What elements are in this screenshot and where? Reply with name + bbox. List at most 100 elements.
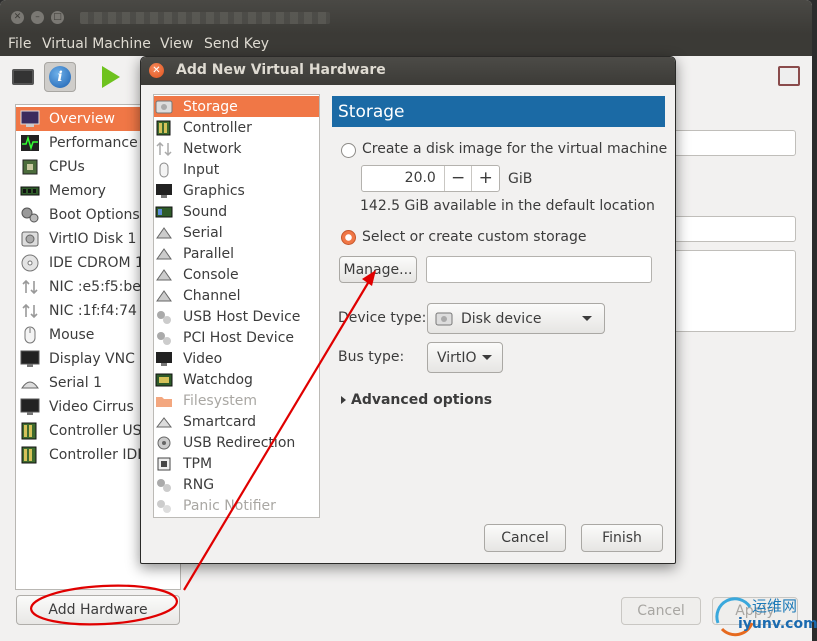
device-type-select[interactable]: Disk device: [427, 303, 605, 334]
hw-item-label: RNG: [183, 476, 215, 493]
nic-icon: [19, 277, 41, 297]
disk-icon: [19, 229, 41, 249]
overview-description-field[interactable]: [660, 250, 796, 332]
cdrom-icon: [19, 253, 41, 273]
hw-item-usb-host-device[interactable]: USB Host Device: [154, 306, 319, 327]
hw-item-label: Serial: [183, 224, 223, 241]
hw-item-label: Video: [183, 350, 223, 367]
disk-size-spinner[interactable]: 20.0 − +: [361, 165, 500, 192]
watchdog-icon: [155, 372, 173, 388]
custom-storage-radio[interactable]: [341, 230, 356, 245]
maximize-icon[interactable]: □: [51, 11, 64, 24]
sidebar-item-label: Memory: [49, 183, 106, 199]
sidebar-item-label: Controller IDE: [49, 447, 147, 463]
network-icon: [155, 141, 173, 157]
hw-item-label: Channel: [183, 287, 241, 304]
hw-item-channel[interactable]: Channel: [154, 285, 319, 306]
hw-item-graphics[interactable]: Graphics: [154, 180, 319, 201]
pci-host-icon: [155, 330, 173, 346]
watermark-cn-text: 运维网: [752, 597, 798, 615]
menu-send-key[interactable]: Send Key: [204, 36, 269, 52]
hw-item-label: Parallel: [183, 245, 235, 262]
channel-icon: [155, 288, 173, 304]
sidebar-item-label: Video Cirrus: [49, 399, 134, 415]
hw-item-label: TPM: [183, 455, 213, 472]
serial-icon: [19, 373, 41, 393]
run-button[interactable]: [95, 62, 127, 92]
hw-item-input[interactable]: Input: [154, 159, 319, 180]
sidebar-item-label: Mouse: [49, 327, 95, 343]
advanced-options-label: Advanced options: [351, 392, 493, 408]
storage-path-input[interactable]: [426, 256, 652, 283]
main-titlebar: ✕ – □: [0, 0, 812, 34]
dialog-titlebar: ✕ Add New Virtual Hardware: [141, 57, 675, 85]
sidebar-item-label: Controller USB: [49, 423, 152, 439]
add-hardware-dialog: ✕ Add New Virtual Hardware Storage Contr…: [140, 56, 676, 564]
chevron-down-icon: [582, 316, 592, 321]
manage-button[interactable]: Manage...: [339, 256, 417, 283]
smartcard-icon: [155, 414, 173, 430]
close-icon[interactable]: ✕: [11, 11, 24, 24]
hw-item-pci-host-device[interactable]: PCI Host Device: [154, 327, 319, 348]
monitor-icon: [12, 69, 34, 85]
dialog-cancel-button[interactable]: Cancel: [484, 524, 566, 552]
hw-item-label: Watchdog: [183, 371, 253, 388]
hw-item-parallel[interactable]: Parallel: [154, 243, 319, 264]
close-icon[interactable]: ✕: [149, 63, 164, 78]
console-view-button[interactable]: [7, 62, 39, 92]
disk-device-icon: [435, 311, 453, 327]
menu-virtual-machine[interactable]: Virtual Machine: [42, 36, 151, 52]
custom-storage-label: Select or create custom storage: [362, 229, 587, 245]
hw-item-label: Console: [183, 266, 239, 283]
hw-item-video[interactable]: Video: [154, 348, 319, 369]
hw-item-watchdog[interactable]: Watchdog: [154, 369, 319, 390]
menu-file[interactable]: File: [8, 36, 31, 52]
create-disk-radio[interactable]: [341, 143, 356, 158]
increment-button[interactable]: +: [471, 166, 499, 191]
expander-arrow-icon: [341, 396, 346, 404]
add-hardware-button[interactable]: Add Hardware: [16, 595, 180, 625]
hw-item-rng[interactable]: RNG: [154, 474, 319, 495]
disk-size-value[interactable]: 20.0: [362, 166, 444, 191]
hw-item-tpm[interactable]: TPM: [154, 453, 319, 474]
hw-item-label: Network: [183, 140, 242, 157]
storage-icon: [155, 99, 173, 115]
overview-title-field[interactable]: [660, 216, 796, 242]
hw-item-controller[interactable]: Controller: [154, 117, 319, 138]
sidebar-item-label: IDE CDROM 1: [49, 255, 144, 271]
hw-item-sound[interactable]: Sound: [154, 201, 319, 222]
dialog-finish-button[interactable]: Finish: [581, 524, 663, 552]
hw-item-network[interactable]: Network: [154, 138, 319, 159]
storage-header: Storage: [332, 96, 665, 127]
fullscreen-icon[interactable]: [778, 66, 800, 86]
hw-item-usb-redirection[interactable]: USB Redirection: [154, 432, 319, 453]
blurred-window-title: [80, 12, 330, 24]
hardware-type-list: Storage Controller Network Input Graphic…: [153, 94, 320, 518]
hw-item-serial[interactable]: Serial: [154, 222, 319, 243]
video-icon: [19, 397, 41, 417]
create-disk-label: Create a disk image for the virtual mach…: [362, 141, 668, 157]
overview-icon: [19, 109, 41, 129]
parallel-icon: [155, 246, 173, 262]
overview-name-field[interactable]: [660, 130, 796, 156]
device-type-value: Disk device: [461, 310, 542, 327]
hw-item-label: Storage: [183, 98, 238, 115]
decrement-button[interactable]: −: [443, 166, 472, 191]
performance-icon: [19, 133, 41, 153]
minimize-icon[interactable]: –: [31, 11, 44, 24]
hw-item-label: Sound: [183, 203, 228, 220]
filesystem-icon: [155, 393, 173, 409]
main-cancel-button[interactable]: Cancel: [621, 597, 701, 625]
hw-item-storage[interactable]: Storage: [154, 96, 319, 117]
details-view-button[interactable]: i: [44, 62, 76, 92]
advanced-options-expander[interactable]: Advanced options: [341, 392, 492, 408]
sidebar-item-label: NIC :e5:f5:be: [49, 279, 141, 295]
hw-item-console[interactable]: Console: [154, 264, 319, 285]
hw-item-label: Smartcard: [183, 413, 257, 430]
sidebar-item-label: Display VNC: [49, 351, 135, 367]
console-icon: [155, 267, 173, 283]
menu-view[interactable]: View: [160, 36, 193, 52]
hw-item-smartcard[interactable]: Smartcard: [154, 411, 319, 432]
bus-type-select[interactable]: VirtIO: [427, 342, 503, 373]
watermark-domain: iyunv.com: [738, 616, 817, 632]
